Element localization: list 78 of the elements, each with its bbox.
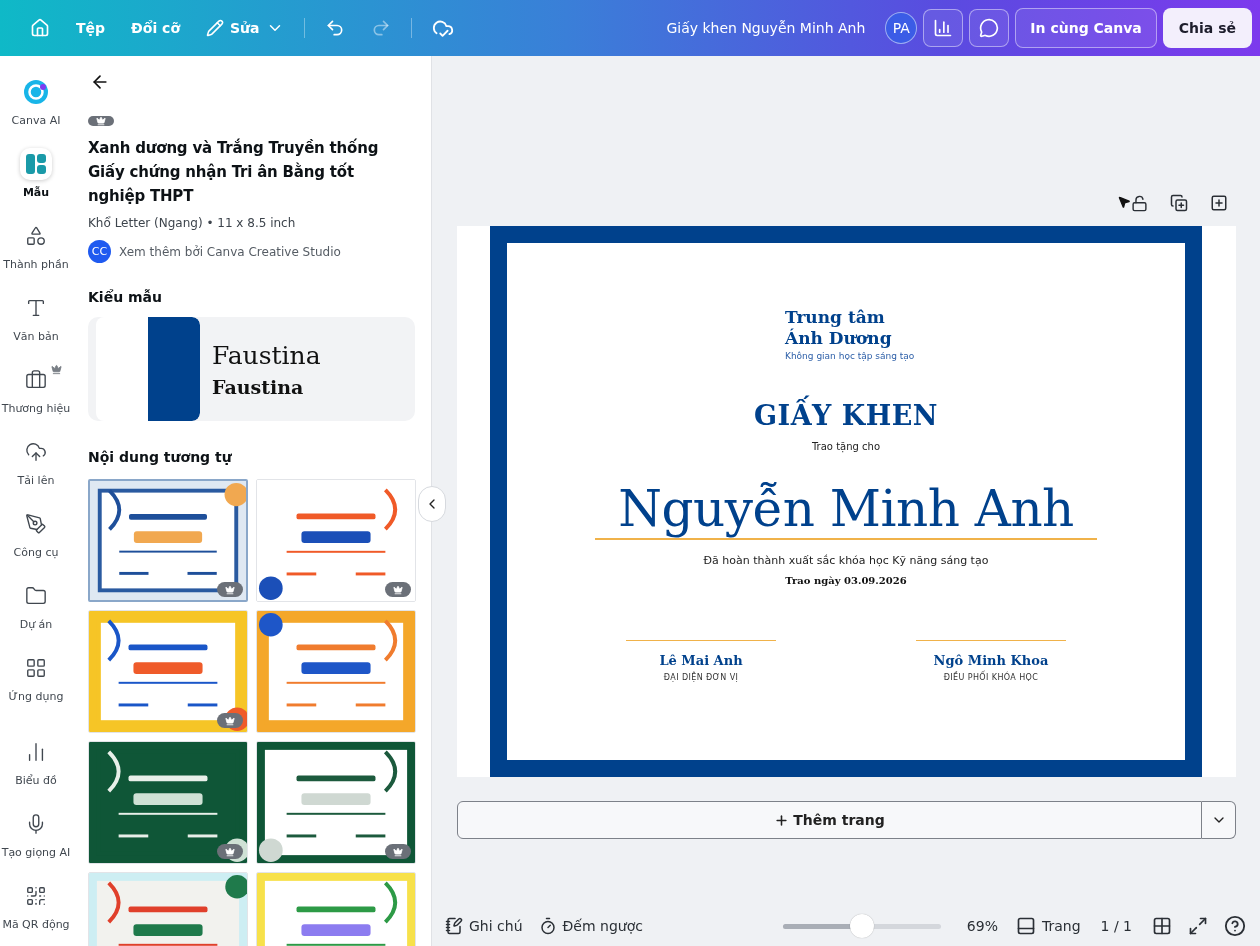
text-icon	[25, 297, 47, 319]
unlock-icon	[1131, 194, 1148, 212]
briefcase-icon	[25, 369, 47, 391]
crown-icon	[225, 715, 235, 726]
qr-code-icon	[25, 885, 47, 907]
sidebar-item[interactable]: Canva AI	[0, 76, 72, 148]
pen-icon	[25, 513, 47, 535]
zoom-reading: 69%	[966, 918, 998, 934]
signer-name: Lê Mai Anh	[659, 653, 743, 668]
pages-icon	[1015, 916, 1036, 936]
award-date: Trao ngày 03.09.2026	[785, 574, 907, 586]
notes-button[interactable]: Ghi chú	[441, 913, 527, 939]
sidebar-item[interactable]: Ứng dụng	[0, 652, 72, 724]
crown-icon	[96, 116, 106, 126]
document-title[interactable]: Giấy khen Nguyễn Minh Anh	[666, 20, 866, 36]
sidebar-item[interactable]: Thương hiệu	[0, 364, 72, 436]
insights-button[interactable]	[923, 9, 964, 47]
undo-icon	[324, 18, 345, 38]
crown-icon	[225, 846, 235, 857]
duplicate-icon	[1170, 194, 1188, 212]
crown-icon	[393, 584, 403, 595]
sidebar-item[interactable]: Dự án	[0, 580, 72, 652]
template-title: Xanh dương và Trắng Truyền thống Giấy chứng nhận Tri ân Bằng tốt nghiệp THPT	[88, 137, 380, 207]
share-button[interactable]: Chia sẻ	[1162, 8, 1252, 48]
folder-icon	[25, 585, 47, 607]
sidebar-item[interactable]: Biểu đồ	[0, 736, 72, 808]
sparkle-logo-icon	[23, 79, 49, 105]
upload-icon	[25, 441, 47, 463]
timer-icon	[538, 917, 557, 935]
help-icon	[1224, 915, 1246, 937]
sidebar-item[interactable]: Thành phần	[0, 220, 72, 292]
crown-icon	[225, 584, 235, 595]
style-card[interactable]: Faustina Faustina	[88, 317, 415, 421]
add-icon	[1210, 194, 1228, 212]
home-icon	[30, 18, 50, 38]
bar-chart-icon	[933, 18, 954, 38]
crown-icon	[393, 846, 403, 857]
sidebar-item[interactable]: Tải lên	[0, 436, 72, 508]
section-heading: Kiểu mẫu	[88, 289, 163, 305]
grid-icon	[1152, 916, 1172, 936]
sidebar-item[interactable]: Mã QR động	[0, 880, 72, 946]
comment-button[interactable]	[969, 9, 1010, 47]
recipient-name: Nguyễn Minh Anh	[618, 480, 1074, 538]
author-avatar: CC	[88, 240, 111, 263]
font-sample: Faustina	[212, 340, 321, 370]
shapes-icon	[25, 225, 47, 247]
section-heading: Nội dung tương tự	[88, 449, 233, 465]
organization-tagline: Không gian học tập sáng tạo	[785, 351, 916, 361]
fullscreen-icon	[1188, 916, 1208, 936]
pages-button[interactable]: Trang	[1011, 912, 1085, 940]
author-link[interactable]: Xem thêm bởi Canva Creative Studio	[119, 244, 341, 259]
plus-icon	[774, 812, 790, 828]
signer-role: ĐẠI DIỆN ĐƠN VỊ	[663, 673, 739, 682]
template-icon	[26, 154, 46, 174]
pencil-icon	[206, 19, 225, 37]
signer-name: Ngô Minh Khoa	[933, 653, 1049, 668]
font-sample: Faustina	[212, 375, 305, 398]
crown-icon	[51, 364, 62, 375]
cursor-icon	[1117, 194, 1131, 209]
sidebar-item[interactable]: Tạo giọng AI	[0, 808, 72, 880]
certificate-description: Đã hoàn thành xuất sắc khóa học Kỹ năng sáng tạo	[703, 553, 989, 567]
timer-button[interactable]: Đếm ngược	[534, 913, 647, 939]
add-page-button[interactable]: Thêm trang	[457, 801, 1202, 839]
template-size: Khổ Letter (Ngang) • 11 x 8.5 inch	[88, 216, 297, 230]
user-avatar[interactable]: PA	[885, 12, 918, 44]
certificate-subtitle: Trao tặng cho	[811, 441, 880, 452]
sidebar-item[interactable]: Mẫu	[0, 148, 72, 220]
apps-icon	[25, 657, 47, 679]
notes-icon	[445, 917, 463, 935]
certificate-title: GIẤY KHEN	[753, 397, 939, 435]
comment-icon	[979, 18, 1000, 38]
organization-name: Trung tâm Ánh Dương	[785, 307, 893, 349]
sidebar-item[interactable]: Văn bản	[0, 292, 72, 364]
print-button[interactable]: In cùng Canva	[1015, 8, 1157, 48]
collapse-button[interactable]	[418, 486, 446, 522]
sidebar-item[interactable]: Công cụ	[0, 508, 72, 580]
page-count: 1 / 1	[1100, 918, 1132, 934]
dropdown-button[interactable]	[1202, 801, 1236, 839]
